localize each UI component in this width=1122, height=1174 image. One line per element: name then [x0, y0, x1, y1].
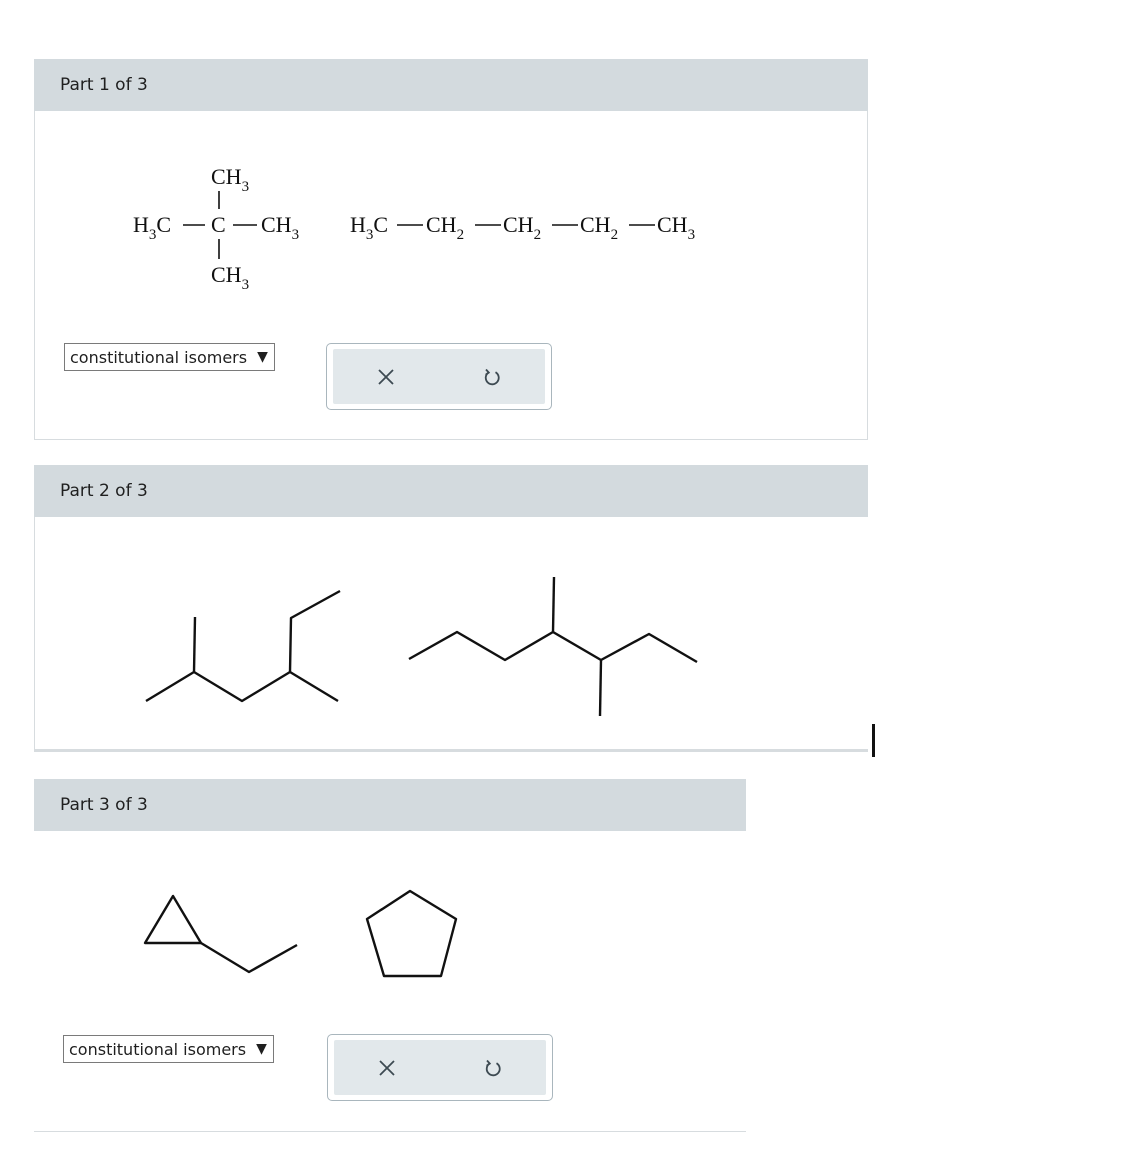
text-cursor	[872, 724, 875, 757]
molecule-pentane: H3C CH2 CH2 CH2 CH3	[350, 212, 695, 243]
triangle-down-icon: ▼	[256, 1041, 267, 1057]
answer-tools-part-3	[327, 1034, 553, 1101]
part-3-section: Part 3 of 3 constitutional isomers ▼	[34, 779, 746, 1132]
close-icon	[379, 1059, 395, 1076]
part-3-header: Part 3 of 3	[34, 779, 746, 831]
cyclopropane-ring	[143, 894, 203, 945]
skeletal-branch-left-2	[288, 589, 341, 673]
mol-a-center-c: C	[211, 212, 226, 237]
mol-b-g2: CH2	[426, 212, 464, 243]
part-3-body: constitutional isomers ▼	[34, 831, 746, 1132]
undo-icon	[484, 368, 500, 385]
select-value: constitutional isomers	[69, 1039, 247, 1059]
close-icon	[378, 368, 394, 385]
mol-a-top-ch: CH3	[211, 164, 249, 195]
part-2-body	[34, 517, 868, 752]
mol-a-bottom-ch: CH3	[211, 262, 249, 293]
part-2-header: Part 2 of 3	[34, 465, 868, 517]
answer-tools-part-1	[326, 343, 552, 410]
mol-b-g5: CH3	[657, 212, 695, 243]
clear-button[interactable]	[366, 357, 406, 397]
mol-b-g4: CH2	[580, 212, 618, 243]
mol-a-left-h3c: H3C	[133, 212, 171, 243]
undo-icon	[485, 1059, 501, 1076]
reset-button[interactable]	[473, 1048, 513, 1088]
part-1-molecules: CH3 H3C C CH3 CH3 H3C CH2 CH2 CH2 CH3	[133, 164, 695, 293]
part-2-molecules	[145, 576, 698, 717]
part-3-molecules	[143, 889, 458, 978]
mol-a-right-ch: CH3	[261, 212, 299, 243]
skeletal-molecule-right	[408, 630, 698, 664]
relationship-select-part-3[interactable]: constitutional isomers ▼	[63, 1035, 274, 1063]
part-1-header: Part 1 of 3	[34, 59, 868, 111]
part-1-section: Part 1 of 3 CH3 H3C C CH3 CH3 H3C CH2 CH…	[34, 59, 868, 440]
mol-b-g3: CH2	[503, 212, 541, 243]
skeletal-branch-left-1	[192, 616, 197, 673]
clear-button[interactable]	[367, 1048, 407, 1088]
cyclopentane-ring	[365, 889, 458, 978]
skeletal-branch-right-2	[598, 659, 603, 717]
part-1-body: CH3 H3C C CH3 CH3 H3C CH2 CH2 CH2 CH3 co…	[34, 111, 868, 440]
ethyl-chain	[200, 941, 298, 974]
relationship-select-part-1[interactable]: constitutional isomers ▼	[64, 343, 275, 371]
molecule-neopentane: CH3 H3C C CH3 CH3	[133, 164, 299, 293]
skeletal-branch-right-1	[551, 576, 556, 633]
select-value: constitutional isomers	[70, 347, 248, 367]
mol-b-g1: H3C	[350, 212, 388, 243]
reset-button[interactable]	[472, 357, 512, 397]
part-2-section: Part 2 of 3	[34, 465, 868, 752]
triangle-down-icon: ▼	[257, 349, 268, 365]
skeletal-molecule-left	[145, 670, 339, 703]
